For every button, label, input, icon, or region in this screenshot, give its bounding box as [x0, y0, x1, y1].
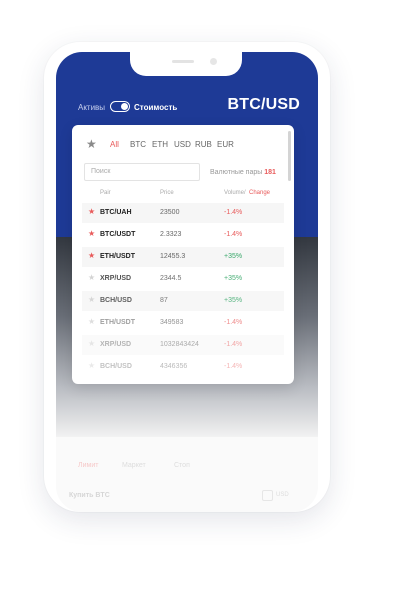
table-row[interactable]: ★ XRP/USD 1032843424 -1.4% [82, 335, 284, 355]
tab-btc[interactable]: BTC [130, 140, 146, 149]
row-change: -1.4% [224, 319, 243, 326]
row-pair: BTC/USDT [100, 231, 136, 238]
row-pair: ETH/USDT [100, 319, 135, 326]
favorite-star-icon[interactable]: ★ [88, 361, 95, 370]
pairs-count-label: Валютные пары 181 [210, 169, 276, 176]
row-pair: XRP/USD [100, 341, 132, 348]
toggle-label-value: Стоимость [134, 103, 178, 112]
tab-eur[interactable]: EUR [217, 140, 234, 149]
tab-usd[interactable]: USD [174, 140, 191, 149]
table-row[interactable]: ★ BCH/USD 87 +35% [82, 291, 284, 311]
table-row[interactable]: ★ BCH/USD 4346356 -1.4% [82, 357, 284, 377]
row-change: -1.4% [224, 363, 243, 370]
currency-checkbox[interactable] [262, 490, 273, 501]
order-tab-market[interactable]: Маркет [122, 462, 146, 469]
order-tab-stop[interactable]: Стоп [174, 462, 190, 469]
row-price: 2.3323 [160, 231, 182, 238]
row-pair: ETH/USDT [100, 253, 135, 260]
phone-frame: Активы Стоимость BTC/USD ★ All BTC ETH U… [44, 42, 330, 512]
table-row[interactable]: ★ BTC/USDT 2.3323 -1.4% [82, 225, 284, 245]
camera-dot [210, 58, 217, 65]
favorite-star-icon[interactable]: ★ [88, 339, 95, 348]
toggle-knob [121, 103, 128, 110]
currency-label: USD [276, 492, 289, 498]
row-price: 2344.5 [160, 275, 182, 282]
row-change: -1.4% [224, 341, 243, 348]
row-pair: BTC/UAH [100, 209, 132, 216]
favorite-star-icon[interactable]: ★ [88, 207, 95, 216]
row-change: +35% [224, 275, 243, 282]
tab-eth[interactable]: ETH [152, 140, 168, 149]
col-pair: Pair [100, 190, 111, 196]
pairs-label: Валютные пары [210, 169, 263, 176]
app-screen: Активы Стоимость BTC/USD ★ All BTC ETH U… [56, 52, 318, 512]
table-row[interactable]: ★ XRP/USD 2344.5 +35% [82, 269, 284, 289]
selected-pair-title: BTC/USD [227, 96, 300, 113]
row-change: -1.4% [224, 231, 243, 238]
row-price: 23500 [160, 209, 180, 216]
row-price: 4346356 [160, 363, 188, 370]
favorite-star-icon[interactable]: ★ [88, 317, 95, 326]
row-pair: XRP/USD [100, 275, 132, 282]
favorite-star-icon[interactable]: ★ [88, 273, 95, 282]
row-change: -1.4% [224, 209, 243, 216]
card-scrollbar[interactable] [288, 131, 291, 181]
toggle-label-assets: Активы [78, 103, 106, 112]
table-row[interactable]: ★ BTC/UAH 23500 -1.4% [82, 203, 284, 223]
table-header: Pair Price Volume/ Change [72, 190, 294, 202]
favorites-star-icon[interactable]: ★ [86, 137, 97, 151]
row-price: 349583 [160, 319, 184, 326]
favorite-star-icon[interactable]: ★ [88, 295, 95, 304]
buy-label: Купить BTC [69, 492, 110, 499]
speaker-grille [172, 60, 194, 63]
row-change: +35% [224, 253, 243, 260]
table-row[interactable]: ★ ETH/USDT 12455.3 +35% [82, 247, 284, 267]
row-price: 87 [160, 297, 168, 304]
col-change[interactable]: Change [249, 190, 270, 196]
col-price: Price [160, 190, 174, 196]
favorite-star-icon[interactable]: ★ [88, 251, 95, 260]
row-pair: BCH/USD [100, 297, 132, 304]
row-pair: BCH/USD [100, 363, 132, 370]
search-input[interactable]: Поиск [84, 163, 200, 181]
pairs-card: ★ All BTC ETH USD RUB EUR Поиск Валютные… [72, 125, 294, 384]
favorite-star-icon[interactable]: ★ [88, 229, 95, 238]
row-change: +35% [224, 297, 243, 304]
header-bar: Активы Стоимость BTC/USD [78, 96, 300, 117]
col-volume[interactable]: Volume/ [224, 190, 246, 196]
order-panel: Лимит Маркет Стоп Купить BTC USD [56, 462, 318, 512]
table-row[interactable]: ★ ETH/USDT 349583 -1.4% [82, 313, 284, 333]
tab-all[interactable]: All [110, 140, 119, 149]
pairs-count: 181 [264, 169, 276, 176]
assets-value-toggle[interactable] [110, 101, 130, 112]
phone-notch [130, 52, 242, 76]
tab-rub[interactable]: RUB [195, 140, 212, 149]
order-tab-limit[interactable]: Лимит [78, 462, 98, 469]
row-price: 1032843424 [160, 341, 199, 348]
row-price: 12455.3 [160, 253, 186, 260]
